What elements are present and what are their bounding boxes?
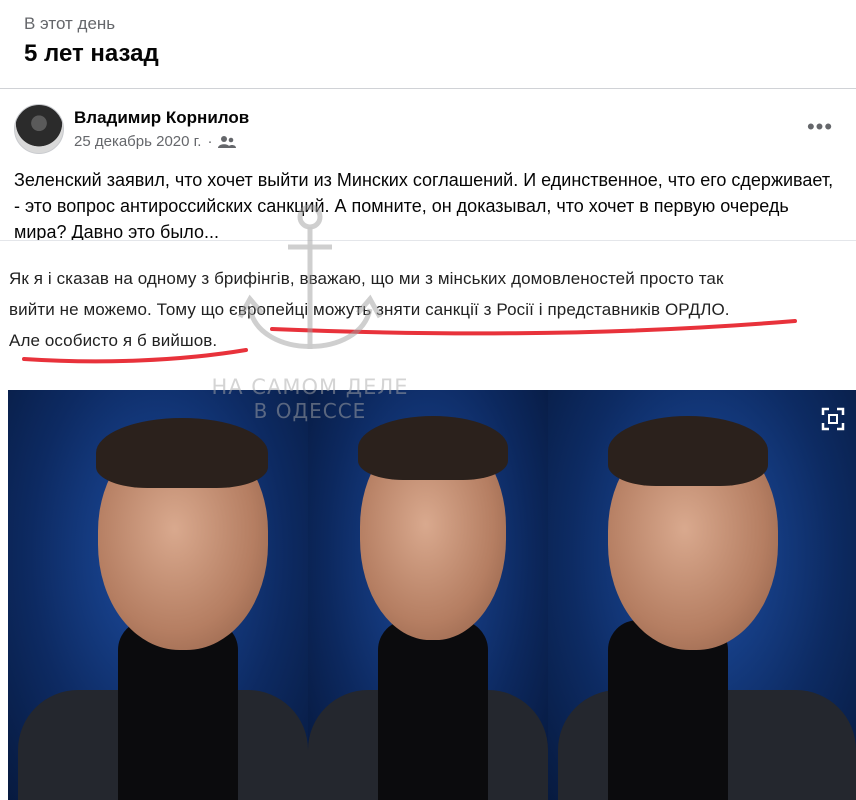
post-photo[interactable] (8, 390, 856, 800)
meta-separator: · (207, 133, 213, 150)
photo-panel (308, 390, 548, 800)
quoted-image[interactable]: Як я і сказав на одному з брифінгів, вва… (0, 240, 856, 389)
post-text: Зеленский заявил, что хочет выйти из Мин… (14, 170, 834, 242)
friends-icon (218, 135, 237, 148)
memory-header: В этот день 5 лет назад (0, 0, 856, 88)
red-underline (22, 319, 797, 364)
photo-panel (548, 390, 856, 800)
post-date[interactable]: 25 декабрь 2020 г. (74, 133, 201, 150)
author-name[interactable]: Владимир Корнилов (74, 108, 249, 128)
more-options-icon[interactable]: ••• (800, 113, 840, 141)
post-meta: 25 декабрь 2020 г. · (74, 133, 237, 150)
expand-icon[interactable] (820, 406, 846, 432)
avatar[interactable] (14, 104, 64, 154)
memory-title: 5 лет назад (24, 40, 159, 67)
photo-panel (8, 390, 308, 800)
memory-label: В этот день (24, 14, 116, 33)
memory-post: Владимир Корнилов 25 декабрь 2020 г. · •… (0, 89, 856, 800)
